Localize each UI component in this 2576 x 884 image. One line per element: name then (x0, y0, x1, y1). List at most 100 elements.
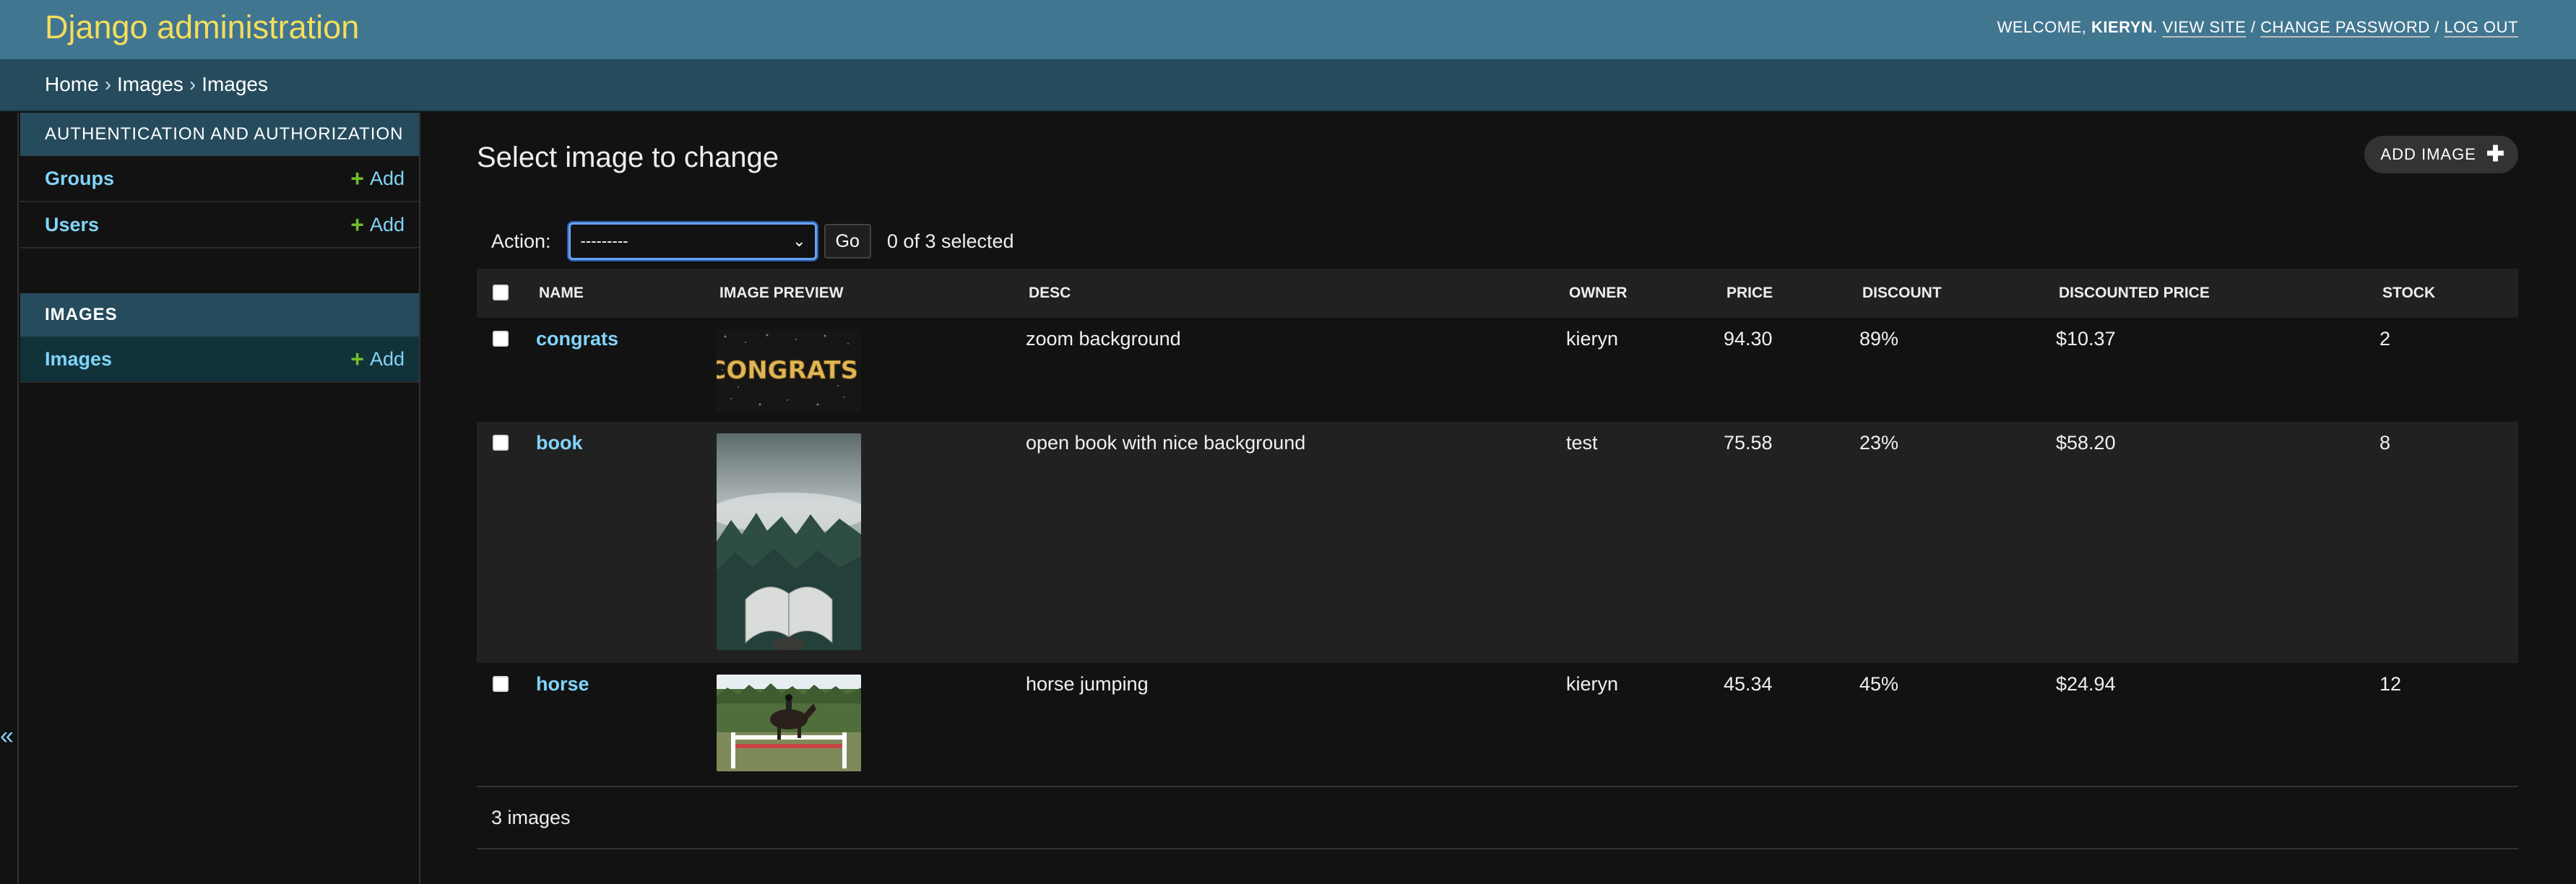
plus-icon: + (350, 212, 364, 238)
checkbox[interactable] (493, 285, 509, 300)
row-price: 45.34 (1724, 673, 1773, 695)
sidebar-item-label[interactable]: Images (45, 348, 112, 370)
breadcrumb-separator: › (104, 73, 112, 95)
row-stock: 8 (2380, 432, 2391, 454)
row-owner: kieryn (1566, 673, 1619, 695)
row-checkbox[interactable] (493, 435, 509, 451)
row-price: 94.30 (1724, 328, 1773, 350)
table-row: book open book with nice background test… (477, 422, 2518, 663)
add-groups-link[interactable]: + Add (350, 167, 405, 190)
site-branding[interactable]: Django administration (45, 9, 359, 46)
checkbox[interactable] (493, 435, 509, 451)
row-discount: 89% (1859, 328, 1899, 350)
column-header-desc[interactable]: DESC (1029, 285, 1071, 302)
plus-icon: ✚ (2486, 142, 2505, 166)
row-stock: 2 (2380, 328, 2391, 350)
actions-bar: Action: --------- ⌄ Go 0 of 3 selected (477, 218, 2518, 264)
table-row: horse horse jumping kieryn 45.34 45% $24… (477, 663, 2518, 786)
congrats-image-text: CONGRATS! (717, 356, 861, 385)
row-discounted-price: $58.20 (2056, 432, 2116, 454)
row-checkbox[interactable] (493, 331, 509, 347)
plus-icon: + (350, 346, 364, 372)
book-image (717, 433, 861, 650)
row-desc: open book with nice background (1026, 432, 1306, 454)
column-header-stock[interactable]: STOCK (2382, 285, 2435, 302)
book-image-preview (717, 433, 861, 650)
add-image-button[interactable]: ADD IMAGE ✚ (2364, 136, 2518, 173)
select-all-checkbox[interactable] (493, 285, 509, 300)
action-label: Action: (491, 230, 551, 252)
add-label: Add (369, 213, 405, 235)
column-header-image-preview: IMAGE PREVIEW (719, 285, 844, 301)
row-discount: 23% (1859, 432, 1899, 454)
action-selected-value: --------- (580, 232, 628, 250)
row-name-link[interactable]: book (536, 432, 583, 454)
breadcrumb-separator: › (189, 73, 196, 95)
horse-image-preview (717, 675, 861, 771)
selected-count: 0 of 3 selected (886, 230, 1014, 252)
breadcrumb-app[interactable]: Images (117, 73, 183, 96)
sidebar-item-images[interactable]: Images + Add (20, 337, 419, 383)
change-password-link[interactable]: CHANGE PASSWORD (2260, 18, 2429, 36)
go-button[interactable]: Go (824, 224, 871, 259)
row-owner: kieryn (1566, 328, 1619, 350)
add-label: Add (369, 347, 405, 370)
row-discounted-price: $24.94 (2056, 673, 2116, 695)
sidebar: AUTHENTICATION AND AUTHORIZATION Groups … (20, 113, 420, 884)
row-owner: test (1566, 432, 1598, 454)
log-out-link[interactable]: LOG OUT (2444, 18, 2518, 36)
row-desc: horse jumping (1026, 673, 1149, 695)
paginator: 3 images (477, 786, 2518, 849)
module-caption[interactable]: AUTHENTICATION AND AUTHORIZATION (20, 113, 419, 156)
row-desc: zoom background (1026, 328, 1181, 350)
module-authentication: AUTHENTICATION AND AUTHORIZATION Groups … (20, 113, 419, 248)
congrats-image-preview: CONGRATS! (717, 329, 861, 412)
breadcrumb-current: Images (202, 73, 269, 95)
view-site-link[interactable]: VIEW SITE (2163, 18, 2247, 36)
result-table: NAME IMAGE PREVIEW DESC OWNER PRICE DISC… (477, 269, 2518, 786)
plus-icon: + (350, 165, 364, 191)
breadcrumb: Home › Images › Images (0, 59, 2576, 111)
table-row: congrats CONGRATS! zoom background kiery… (477, 318, 2518, 422)
result-count: 3 images (491, 806, 571, 828)
row-checkbox[interactable] (493, 676, 509, 692)
add-users-link[interactable]: + Add (350, 213, 405, 236)
header: Django administration WELCOME, KIERYN. V… (0, 0, 2576, 59)
row-price: 75.58 (1724, 432, 1773, 454)
sidebar-rail (17, 113, 19, 884)
column-header-discount[interactable]: DISCOUNT (1862, 285, 1942, 302)
table-header: NAME IMAGE PREVIEW DESC OWNER PRICE DISC… (477, 269, 2518, 318)
sidebar-collapse-toggle[interactable]: « (0, 722, 14, 750)
add-images-link[interactable]: + Add (350, 347, 405, 370)
row-stock: 12 (2380, 673, 2402, 695)
welcome-label: WELCOME, (1997, 18, 2091, 36)
checkbox[interactable] (493, 331, 509, 347)
column-header-price[interactable]: PRICE (1726, 285, 1773, 302)
welcome-period: . (2153, 18, 2158, 36)
module-caption[interactable]: IMAGES (20, 293, 419, 337)
sidebar-item-users[interactable]: Users + Add (20, 202, 419, 248)
chevron-down-icon: ⌄ (792, 232, 806, 250)
horse-image (717, 675, 861, 771)
action-select[interactable]: --------- ⌄ (568, 222, 817, 260)
checkbox[interactable] (493, 676, 509, 692)
add-image-label: ADD IMAGE (2380, 145, 2476, 163)
content: Select image to change ADD IMAGE ✚ Actio… (477, 113, 2518, 884)
row-discount: 45% (1859, 673, 1899, 695)
sidebar-item-groups[interactable]: Groups + Add (20, 156, 419, 202)
column-header-name[interactable]: NAME (539, 285, 584, 302)
row-name-link[interactable]: horse (536, 673, 589, 696)
column-header-owner[interactable]: OWNER (1569, 285, 1628, 302)
page-title: Select image to change (477, 142, 779, 173)
sidebar-item-label[interactable]: Users (45, 214, 99, 236)
row-discounted-price: $10.37 (2056, 328, 2116, 350)
user-tools: WELCOME, KIERYN. VIEW SITE / CHANGE PASS… (1997, 18, 2518, 37)
username: KIERYN (2091, 18, 2153, 36)
sidebar-item-label[interactable]: Groups (45, 168, 114, 190)
tools-separator: / (2434, 18, 2439, 36)
column-header-discounted-price: DISCOUNTED PRICE (2059, 285, 2210, 301)
breadcrumb-home[interactable]: Home (45, 73, 99, 96)
row-name-link[interactable]: congrats (536, 328, 618, 350)
module-images: IMAGES Images + Add (20, 293, 419, 383)
congrats-image: CONGRATS! (717, 329, 861, 412)
